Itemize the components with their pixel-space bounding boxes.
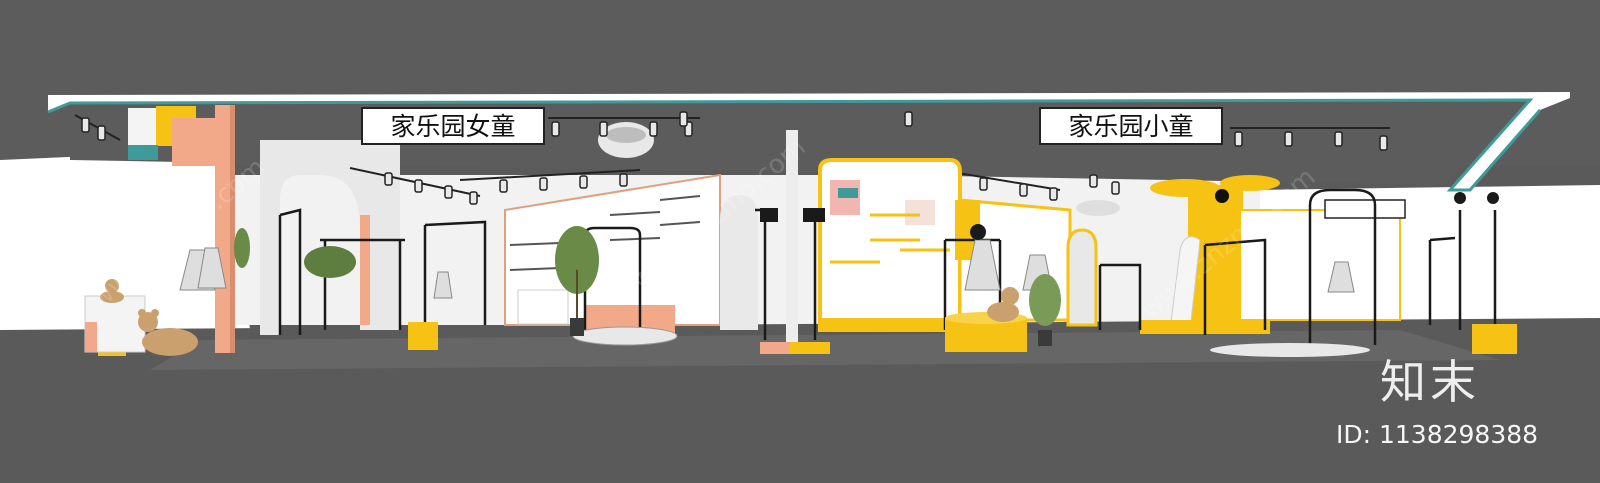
white-floor-rug-right bbox=[1210, 343, 1370, 357]
potted-plant-icon bbox=[234, 228, 250, 268]
sign-right-text: 家乐园小童 bbox=[1068, 112, 1193, 141]
poster-new-tag bbox=[838, 188, 858, 198]
hanging-block-teal bbox=[128, 145, 158, 160]
yellow-tree-icon-head bbox=[1215, 189, 1229, 203]
round-table-center bbox=[572, 326, 678, 346]
white-counter bbox=[517, 289, 569, 325]
store-rendering: 家乐园女童 家乐园小童 www.znzmo.com www.znzmo.com … bbox=[0, 0, 1600, 483]
sign-left-text: 家乐园女童 bbox=[390, 112, 515, 141]
mannequin-head-right-1 bbox=[1454, 192, 1466, 204]
far-right-sign bbox=[1324, 199, 1406, 219]
watermark-logo: 知末 bbox=[1380, 355, 1480, 409]
right-arch bbox=[1066, 228, 1098, 327]
ceiling-disc-light-right bbox=[1076, 200, 1120, 216]
mannequin-head bbox=[970, 224, 986, 240]
left-accent-panel bbox=[360, 215, 370, 325]
yellow-cylinder-right bbox=[1472, 324, 1517, 354]
potted-plant-icon bbox=[304, 246, 356, 278]
sign-left: 家乐园女童 bbox=[361, 107, 545, 145]
watermark-id: ID: 1138298388 bbox=[1336, 420, 1538, 449]
peach-plinth-left bbox=[85, 322, 97, 352]
black-hanger-block-2 bbox=[803, 208, 825, 222]
yellow-stand-center bbox=[790, 342, 830, 354]
yellow-tree-canopy-a bbox=[1150, 179, 1220, 197]
poster-kid bbox=[905, 200, 935, 225]
yellow-cylinder-left bbox=[408, 322, 438, 350]
yellow-base-strip bbox=[820, 318, 960, 332]
mannequin-head-right-2 bbox=[1487, 192, 1499, 204]
black-hanger-block bbox=[760, 208, 778, 222]
ceiling-disc-light-inner bbox=[606, 127, 646, 143]
hanging-block-peach bbox=[172, 118, 217, 166]
peach-pillar-shade bbox=[230, 105, 235, 353]
sign-right: 家乐园小童 bbox=[1039, 107, 1223, 145]
